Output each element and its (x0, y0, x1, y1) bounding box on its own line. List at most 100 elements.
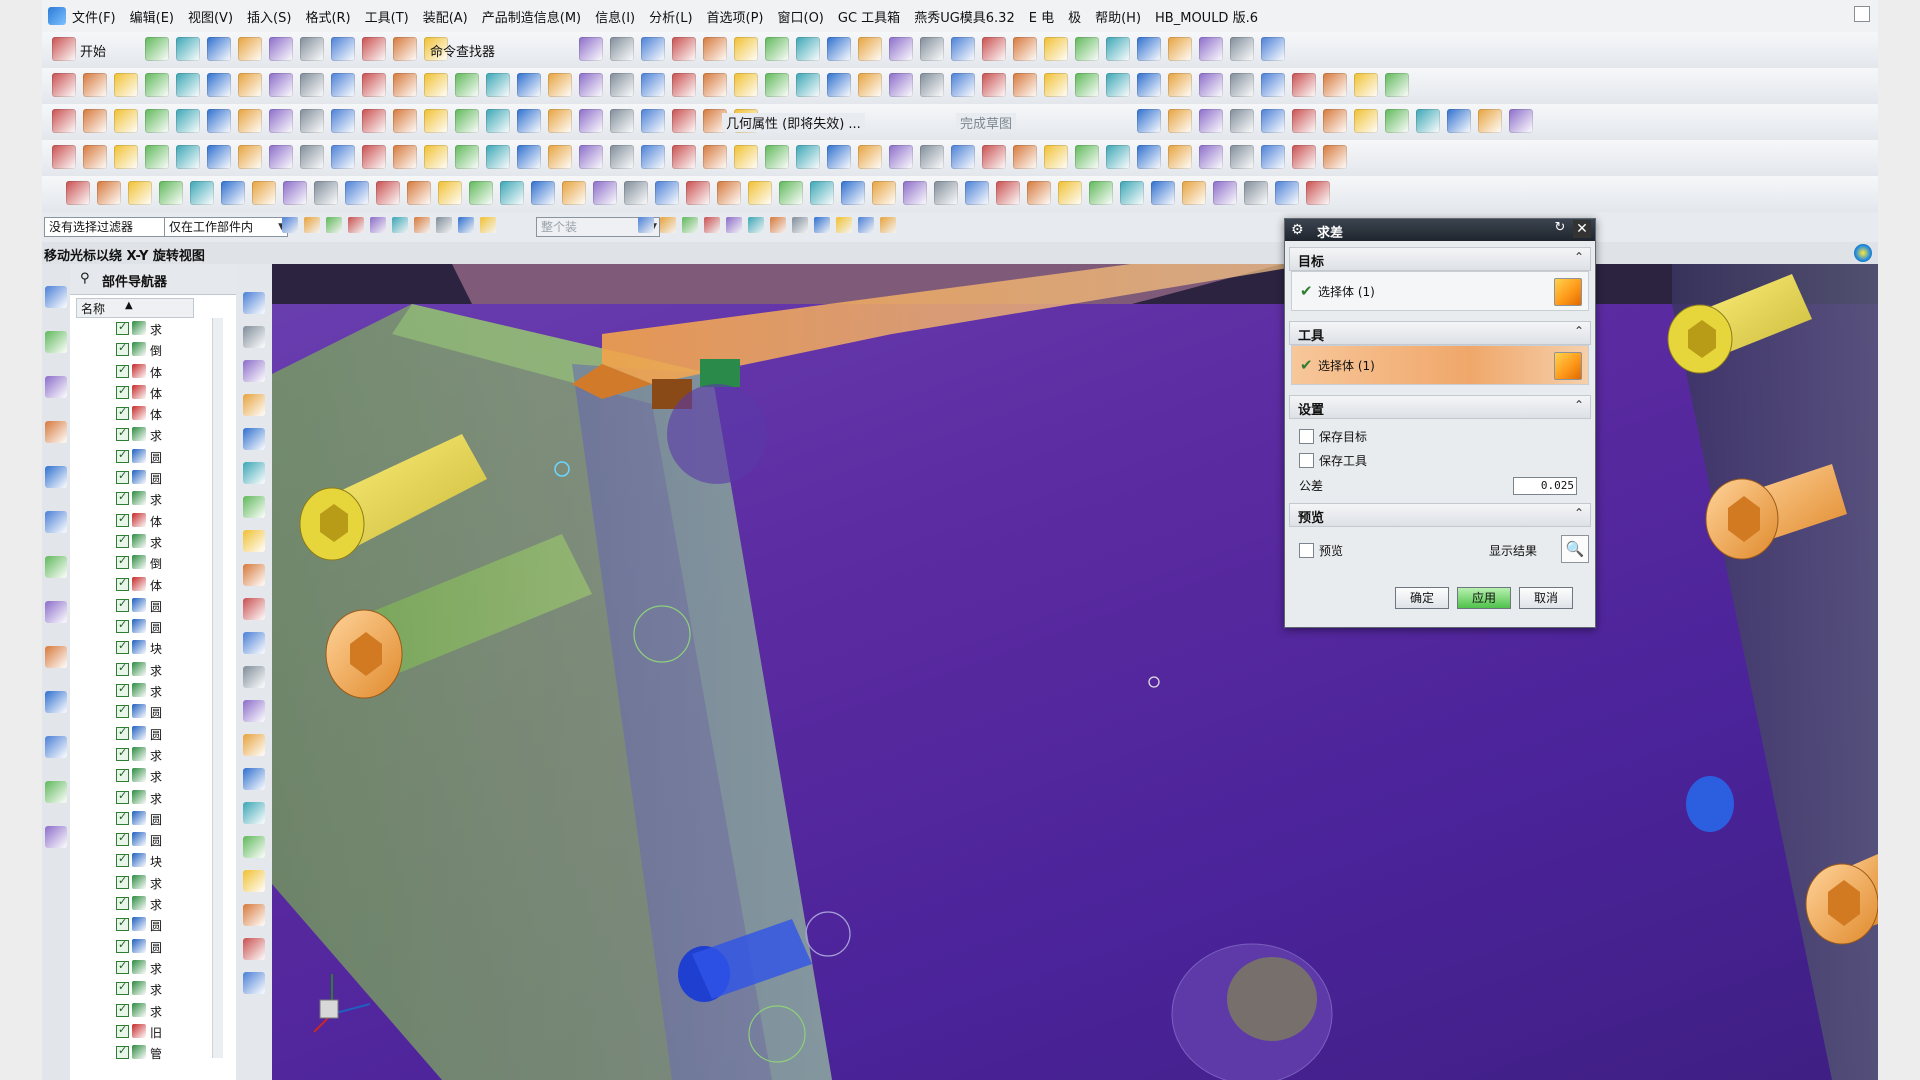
selection-scope-dropdown[interactable]: 仅在工作部件内 (164, 217, 288, 237)
mold-tool-icon[interactable] (243, 938, 265, 960)
mold-tool-icon[interactable] (243, 870, 265, 892)
tool-select-body[interactable]: ✔ 选择体 (1) (1291, 345, 1589, 385)
tb4-tool-icon[interactable] (548, 145, 572, 169)
tb2-tool-icon[interactable] (951, 73, 975, 97)
tb4-tool-icon[interactable] (765, 145, 789, 169)
tb4-tool-icon[interactable] (920, 145, 944, 169)
tb3-tool-icon[interactable] (1261, 109, 1285, 133)
tb1-tool-icon[interactable] (579, 37, 603, 61)
tb3-tool-icon[interactable] (455, 109, 479, 133)
tb4-tool-icon[interactable] (1106, 145, 1130, 169)
tb5-tool-icon[interactable] (748, 181, 772, 205)
tb1-tool-icon[interactable] (269, 37, 293, 61)
mold-tool-icon[interactable] (243, 802, 265, 824)
visibility-checkbox[interactable] (116, 448, 129, 463)
tb2-tool-icon[interactable] (610, 73, 634, 97)
tb4-tool-icon[interactable] (300, 145, 324, 169)
tb5-tool-icon[interactable] (1151, 181, 1175, 205)
view-orientation-icon[interactable] (1854, 244, 1872, 262)
tb2-tool-icon[interactable] (83, 73, 107, 97)
tb5-tool-icon[interactable] (1244, 181, 1268, 205)
tb4-tool-icon[interactable] (1044, 145, 1068, 169)
tb3-tool-icon[interactable] (1168, 109, 1192, 133)
visibility-checkbox[interactable] (116, 1044, 129, 1060)
tb4-tool-icon[interactable] (982, 145, 1006, 169)
tb5-tool-icon[interactable] (97, 181, 121, 205)
tb2-tool-icon[interactable] (889, 73, 913, 97)
tb4-tool-icon[interactable] (1261, 145, 1285, 169)
collapse-icon[interactable]: ⌃ (1574, 398, 1584, 412)
collapse-icon[interactable]: ⌃ (1574, 250, 1584, 264)
tolerance-input[interactable]: 0.025 (1513, 477, 1577, 495)
tb4-tool-icon[interactable] (114, 145, 138, 169)
visibility-checkbox[interactable] (116, 554, 129, 570)
tb1-tool-icon[interactable] (672, 37, 696, 61)
tb4-tool-icon[interactable] (362, 145, 386, 169)
tb3-tool-icon[interactable] (1354, 109, 1378, 133)
menu-item-6[interactable]: 装配(A) (423, 7, 468, 26)
menu-item-13[interactable]: 燕秀UG模具6.32 (914, 7, 1015, 26)
visibility-checkbox[interactable] (116, 618, 129, 634)
visibility-checkbox[interactable] (116, 703, 129, 719)
tb2-tool-icon[interactable] (176, 73, 200, 97)
resource-tab-icon[interactable] (45, 736, 67, 758)
snap-icon[interactable] (814, 217, 830, 233)
tb2-tool-icon[interactable] (1385, 73, 1409, 97)
tb5-tool-icon[interactable] (1058, 181, 1082, 205)
tb1-tool-icon[interactable] (176, 37, 200, 61)
tb4-tool-icon[interactable] (858, 145, 882, 169)
close-icon[interactable]: ✕ (1573, 220, 1591, 238)
menu-item-17[interactable]: HB_MOULD 版.6 (1155, 7, 1258, 26)
tb1-tool-icon[interactable] (610, 37, 634, 61)
cancel-button[interactable]: 取消 (1519, 587, 1573, 609)
snap-icon[interactable] (414, 217, 430, 233)
tb4-tool-icon[interactable] (1323, 145, 1347, 169)
tb1-tool-icon[interactable] (393, 37, 417, 61)
tb2-tool-icon[interactable] (672, 73, 696, 97)
tb4-tool-icon[interactable] (734, 145, 758, 169)
tb1-tool-icon[interactable] (331, 37, 355, 61)
tb1-tool-icon[interactable] (858, 37, 882, 61)
gear-icon[interactable]: ⚙ (1291, 222, 1304, 238)
tb2-tool-icon[interactable] (858, 73, 882, 97)
tb5-tool-icon[interactable] (965, 181, 989, 205)
tb3-tool-icon[interactable] (517, 109, 541, 133)
tb3-tool-icon[interactable] (672, 109, 696, 133)
tb5-tool-icon[interactable] (1275, 181, 1299, 205)
snap-icon[interactable] (392, 217, 408, 233)
settings-section-header[interactable]: 设置 ⌃ (1289, 395, 1591, 419)
tb2-tool-icon[interactable] (52, 73, 76, 97)
body-select-icon[interactable] (1554, 352, 1582, 380)
geometry-property-label[interactable]: 几何属性 (即将失效) ... (722, 113, 865, 132)
tb5-tool-icon[interactable] (1027, 181, 1051, 205)
tb2-tool-icon[interactable] (920, 73, 944, 97)
menu-item-2[interactable]: 视图(V) (188, 7, 233, 26)
visibility-checkbox[interactable] (116, 980, 129, 996)
tb4-tool-icon[interactable] (1168, 145, 1192, 169)
tb2-tool-icon[interactable] (300, 73, 324, 97)
menu-item-8[interactable]: 信息(I) (595, 7, 635, 26)
tb3-tool-icon[interactable] (1385, 109, 1409, 133)
mold-tool-icon[interactable] (243, 462, 265, 484)
menu-item-3[interactable]: 插入(S) (247, 7, 291, 26)
tb4-tool-icon[interactable] (517, 145, 541, 169)
menu-item-0[interactable]: 文件(F) (72, 7, 116, 26)
tb2-tool-icon[interactable] (1323, 73, 1347, 97)
collapse-icon[interactable]: ⌃ (1574, 506, 1584, 520)
tb5-tool-icon[interactable] (872, 181, 896, 205)
tb1-tool-icon[interactable] (1261, 37, 1285, 61)
tb4-tool-icon[interactable] (1075, 145, 1099, 169)
name-column-header[interactable]: 名称 ▲ (76, 298, 194, 318)
tb1-tool-icon[interactable] (920, 37, 944, 61)
show-result-magnifier-icon[interactable]: 🔍 (1561, 535, 1589, 563)
tb5-tool-icon[interactable] (996, 181, 1020, 205)
tb4-tool-icon[interactable] (176, 145, 200, 169)
body-select-icon[interactable] (1554, 278, 1582, 306)
tb5-tool-icon[interactable] (934, 181, 958, 205)
tb2-tool-icon[interactable] (796, 73, 820, 97)
tb4-tool-icon[interactable] (331, 145, 355, 169)
visibility-checkbox[interactable] (116, 384, 129, 399)
target-section-header[interactable]: 目标 ⌃ (1289, 247, 1591, 271)
tb5-tool-icon[interactable] (190, 181, 214, 205)
tb4-tool-icon[interactable] (52, 145, 76, 169)
